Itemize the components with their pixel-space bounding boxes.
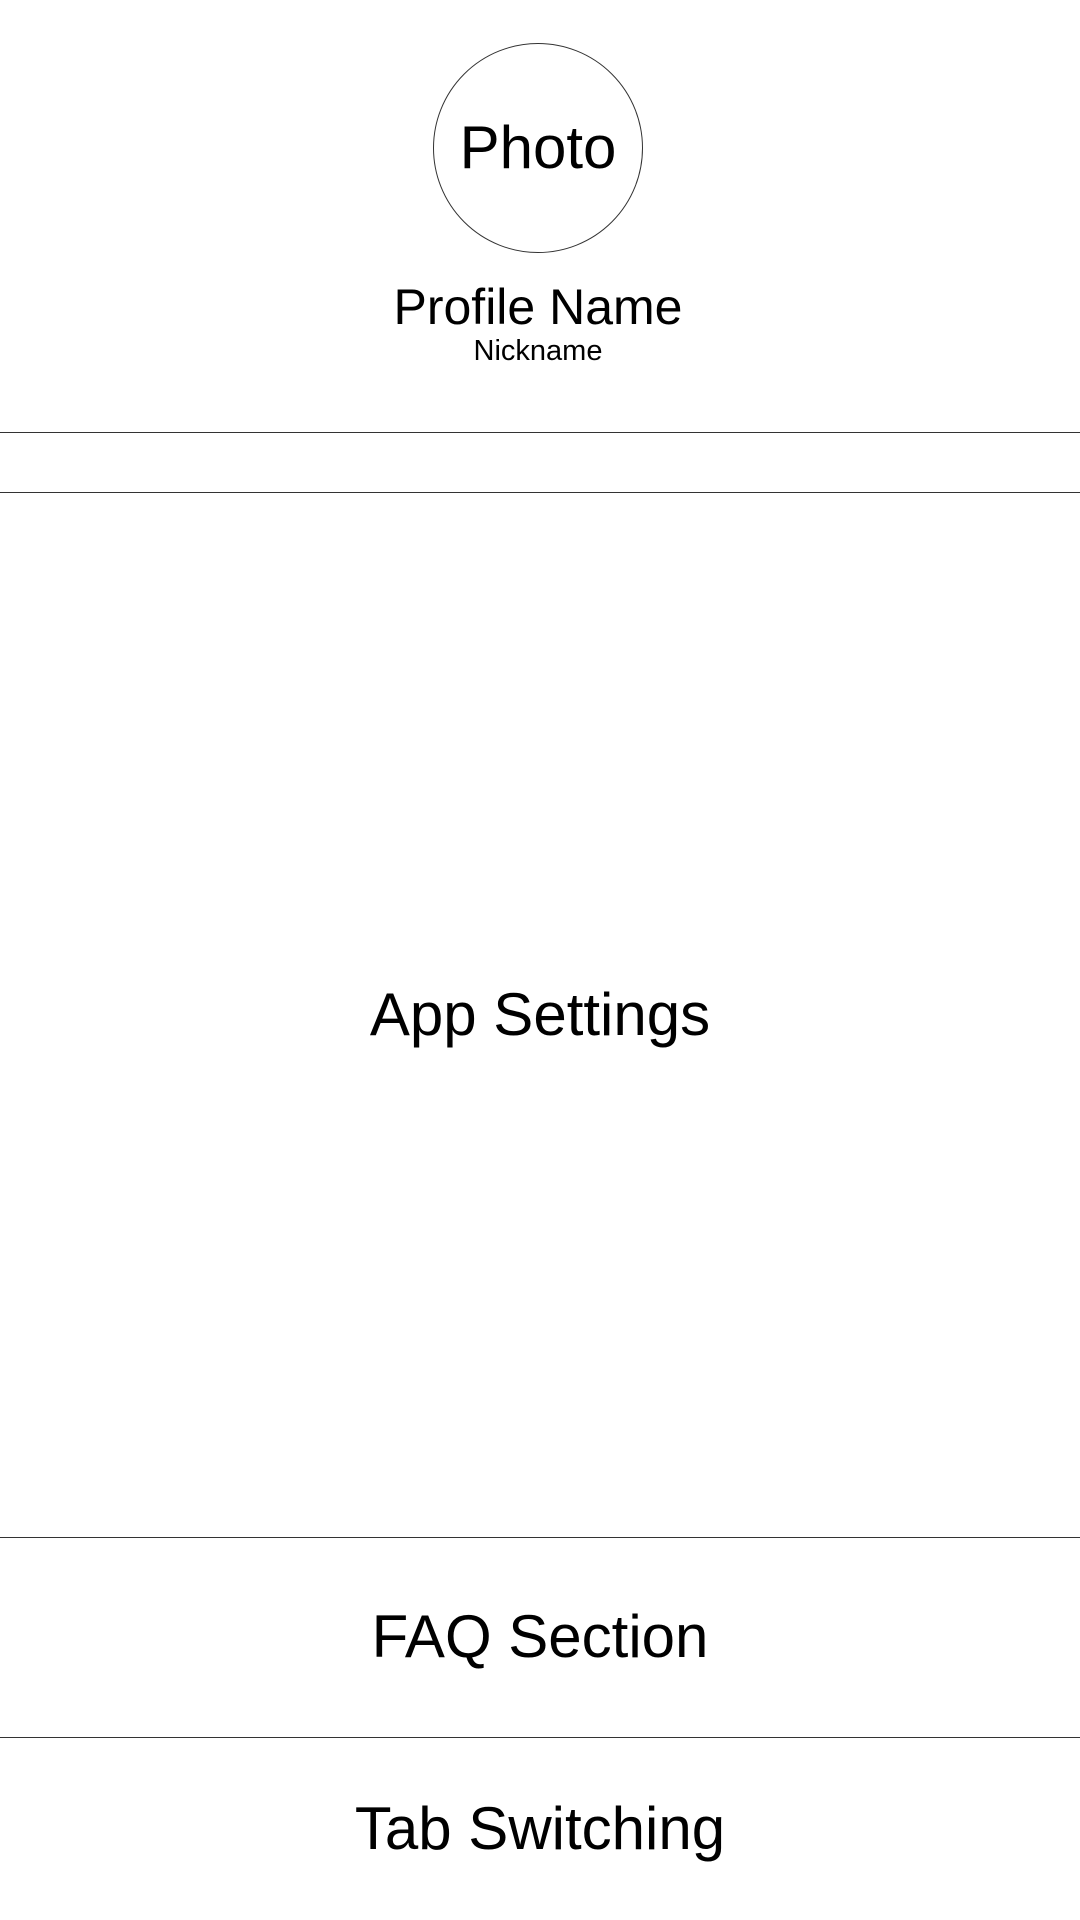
- tab-switching-section[interactable]: Tab Switching: [0, 1738, 1080, 1920]
- profile-name: Profile Name: [393, 279, 683, 335]
- profile-nickname: Nickname: [473, 335, 603, 367]
- app-settings-label: App Settings: [369, 981, 711, 1048]
- profile-photo-label: Photo: [459, 114, 617, 181]
- app-settings-section[interactable]: App Settings: [0, 493, 1080, 1537]
- faq-section[interactable]: FAQ Section: [0, 1538, 1080, 1736]
- faq-label: FAQ Section: [371, 1603, 709, 1670]
- tab-switching-label: Tab Switching: [354, 1795, 726, 1862]
- empty-strip: [0, 433, 1080, 492]
- profile-photo[interactable]: Photo: [433, 43, 643, 253]
